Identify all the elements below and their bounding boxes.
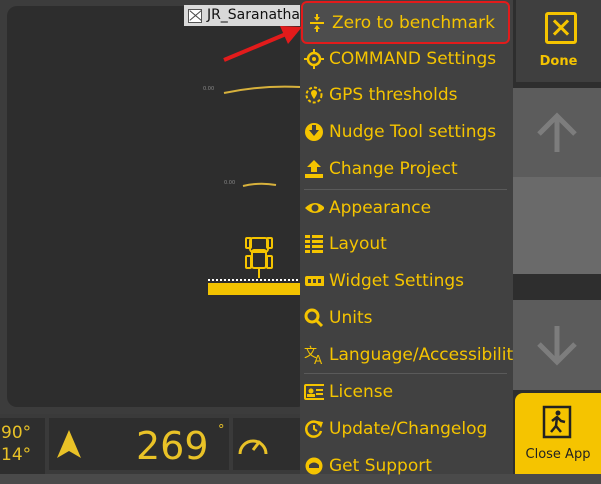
zero-benchmark-icon (307, 13, 327, 33)
menu-item-label: Units (329, 308, 373, 328)
close-app-label: Close App (525, 447, 591, 462)
angle-value-2: 14° (1, 445, 32, 465)
gps-pin-icon (304, 85, 324, 105)
speedometer-icon (238, 439, 268, 455)
menu-item-license[interactable]: License (300, 374, 513, 410)
menu-item-gps-thresholds[interactable]: GPS thresholds (300, 77, 513, 113)
menu-item-label: Get Support (329, 456, 432, 476)
done-button[interactable]: Done (516, 0, 601, 82)
update-icon (304, 419, 324, 439)
crosshair-icon (304, 49, 324, 69)
widget-icon (304, 271, 324, 291)
heading-widget[interactable]: 269 ° (49, 418, 229, 470)
scroll-up-button[interactable] (513, 88, 601, 177)
menu-item-label: Nudge Tool settings (329, 122, 497, 142)
menu-item-label: Update/Changelog (329, 419, 488, 439)
menu-item-update-changelog[interactable]: Update/Changelog (300, 411, 513, 447)
annotation-arrow (223, 26, 302, 62)
menu-item-change-project[interactable]: Change Project (300, 151, 513, 187)
blade-arc-upper (223, 85, 300, 94)
menu-item-label: Zero to benchmark (332, 12, 495, 33)
menu-item-layout[interactable]: Layout (300, 226, 513, 262)
settings-menu: Zero to benchmark COMMAND Settings GPS t… (300, 0, 523, 476)
svg-text:A: A (314, 353, 323, 365)
done-label: Done (539, 54, 578, 69)
menu-item-zero-to-benchmark[interactable]: Zero to benchmark (301, 1, 510, 44)
menu-item-label: Change Project (329, 159, 458, 179)
menu-item-label: License (329, 382, 394, 402)
scroll-track[interactable] (513, 177, 601, 274)
angle-widget[interactable]: 90° 14° (0, 418, 45, 474)
menu-item-get-support[interactable]: Get Support (300, 448, 513, 484)
menu-item-language-accessibility[interactable]: 文A Language/Accessibility (300, 337, 523, 373)
ground-surface-bar (208, 283, 303, 295)
menu-item-label: Appearance (329, 198, 432, 218)
arrow-down-icon (537, 326, 577, 366)
speed-widget[interactable] (233, 418, 300, 470)
menu-item-label: Layout (329, 234, 387, 254)
menu-item-appearance[interactable]: Appearance (300, 190, 513, 226)
license-icon (304, 382, 324, 402)
right-control-panel: Done Close App (513, 0, 601, 474)
heading-arrow-icon (57, 430, 81, 458)
close-box-icon (545, 12, 577, 44)
machine-icon (245, 237, 273, 278)
menu-item-label: COMMAND Settings (329, 49, 497, 69)
nudge-icon (304, 122, 324, 142)
menu-item-label: GPS thresholds (329, 85, 458, 105)
upload-icon (304, 159, 324, 179)
menu-item-label: Language/Accessibility (329, 345, 524, 365)
close-app-button[interactable]: Close App (515, 393, 601, 474)
heading-unit: ° (218, 423, 225, 438)
angle-value-1: 90° (1, 423, 32, 443)
blade-arc-lower (242, 182, 277, 187)
support-icon (304, 456, 324, 476)
arrow-up-icon (537, 112, 577, 152)
menu-item-command-settings[interactable]: COMMAND Settings (300, 41, 513, 77)
menu-item-widget-settings[interactable]: Widget Settings (300, 263, 513, 299)
layout-icon (304, 234, 324, 254)
menu-item-units[interactable]: Units (300, 300, 513, 336)
units-icon (304, 308, 324, 328)
translate-icon: 文A (304, 345, 324, 365)
ground-dash-line (208, 279, 303, 281)
eye-icon (304, 198, 324, 218)
scroll-down-button[interactable] (513, 300, 601, 390)
status-bar: 90° 14° 269 ° (0, 414, 300, 474)
exit-door-icon (542, 405, 572, 439)
menu-item-label: Widget Settings (329, 271, 464, 291)
menu-item-nudge-tool-settings[interactable]: Nudge Tool settings (300, 114, 513, 150)
heading-value: 269 (136, 424, 209, 468)
